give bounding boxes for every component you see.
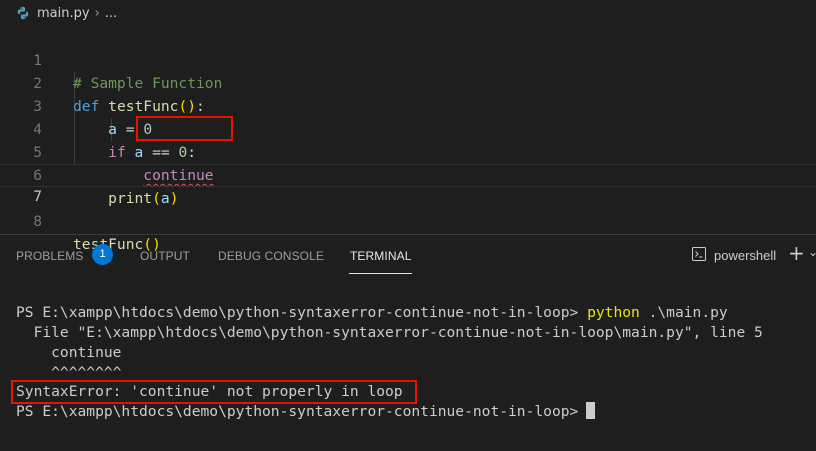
python-file-icon	[17, 6, 29, 20]
tab-problems[interactable]: PROBLEMS	[16, 249, 84, 263]
problems-count-badge: 1	[92, 244, 113, 265]
code-line-7[interactable]: 7	[0, 164, 816, 205]
terminal-command: python	[587, 304, 640, 321]
terminal-line: File "E:\xampp\htdocs\demo\python-syntax…	[16, 324, 763, 341]
terminal-line: PS E:\xampp\htdocs\demo\python-syntaxerr…	[16, 303, 728, 323]
breadcrumb-ellipsis[interactable]: ...	[105, 6, 117, 21]
code-line-2[interactable]: 2 def testFunc():	[0, 49, 816, 115]
terminal-icon[interactable]	[691, 246, 707, 262]
breadcrumb-file[interactable]: main.py	[37, 6, 90, 21]
terminal-prompt: PS E:\xampp\htdocs\demo\python-syntaxerr…	[16, 304, 588, 321]
error-highlight-box	[11, 380, 417, 404]
tab-terminal[interactable]: TERMINAL	[350, 249, 411, 263]
code-line-1[interactable]: 1 # Sample Function	[0, 26, 816, 92]
code-line-4[interactable]: 4 if a == 0:	[0, 95, 816, 161]
chevron-down-icon[interactable]: ⌄	[808, 245, 816, 259]
terminal-prompt: PS E:\xampp\htdocs\demo\python-syntaxerr…	[16, 403, 579, 420]
terminal-command-args: .\main.py	[639, 304, 728, 321]
breadcrumb-separator: ›	[94, 5, 100, 21]
active-tab-indicator	[349, 273, 412, 274]
code-highlight-box	[136, 116, 233, 141]
terminal-cursor	[586, 402, 596, 419]
terminal-line: continue	[16, 344, 122, 361]
plus-icon[interactable]: +	[788, 243, 805, 263]
code-editor[interactable]: 1 # Sample Function 2 def testFunc(): 3 …	[0, 26, 816, 253]
panel-tab-bar: PROBLEMS 1 OUTPUT DEBUG CONSOLE TERMINAL…	[0, 235, 816, 275]
code-line-3[interactable]: 3 a = 0	[0, 72, 816, 138]
tab-output[interactable]: OUTPUT	[140, 249, 190, 263]
terminal-output[interactable]: PS E:\xampp\htdocs\demo\python-syntaxerr…	[0, 275, 816, 451]
code-line-5[interactable]: 5 continue	[0, 118, 816, 184]
terminal-line: PS E:\xampp\htdocs\demo\python-syntaxerr…	[16, 402, 596, 422]
tab-debug-console[interactable]: DEBUG CONSOLE	[218, 249, 324, 263]
code-line-6[interactable]: 6 print(a)	[0, 141, 816, 207]
code-line-8[interactable]: 8 testFunc()	[0, 187, 816, 253]
breadcrumb: main.py › ...	[0, 0, 816, 26]
line-number: 8	[33, 213, 42, 230]
terminal-shell-selector[interactable]: powershell	[714, 248, 776, 263]
